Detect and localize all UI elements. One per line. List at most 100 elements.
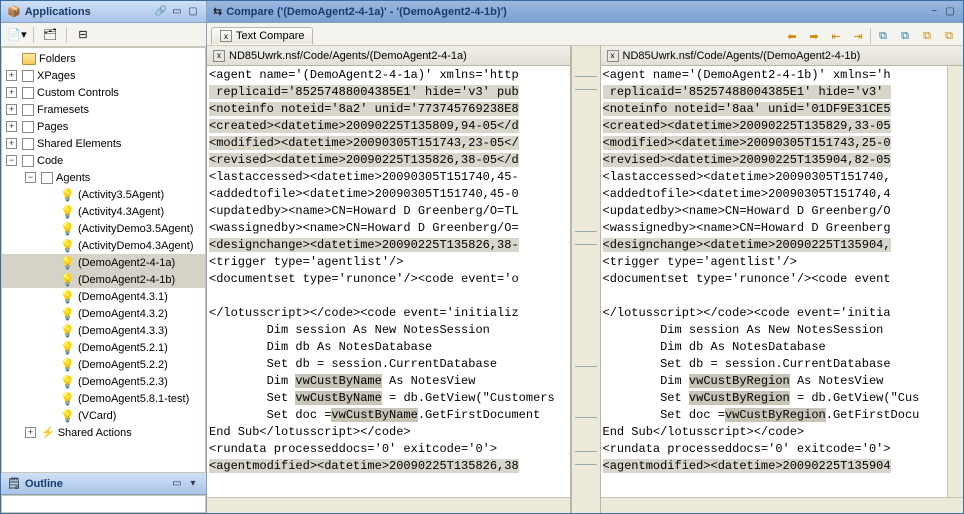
compare-left-code[interactable]: <agent name='(DemoAgent2-4-1a)' xmlns='h… xyxy=(207,66,570,497)
compare-right-code[interactable]: <agent name='(DemoAgent2-4-1b)' xmlns='h… xyxy=(601,66,948,497)
maximize-icon[interactable]: ▢ xyxy=(186,5,200,19)
filter-icon[interactable]: 🗂 xyxy=(40,26,60,44)
outline-title: Outline xyxy=(25,478,166,490)
code-line: Set vwCustByRegion = db.GetView("Cus xyxy=(603,390,946,407)
prev-change-icon[interactable]: ⧉ xyxy=(939,27,959,45)
compare-left-header: x ND85Uwrk.nsf/Code/Agents/(DemoAgent2-4… xyxy=(207,46,570,66)
code-line: <revised><datetime>20090225T135904,82-05 xyxy=(603,152,946,169)
tree-item-label: (ActivityDemo3.5Agent) xyxy=(78,223,194,235)
tree-item-label: (Activity3.5Agent) xyxy=(78,189,164,201)
tree-item-label: Code xyxy=(37,155,63,167)
code-line: <wassignedby><name>CN=Howard D Greenberg xyxy=(603,220,946,237)
tree-item[interactable]: 💡(DemoAgent2-4-1b) xyxy=(2,271,205,288)
scrollbar-horizontal[interactable] xyxy=(601,497,964,513)
new-dropdown-icon[interactable]: 📄▾ xyxy=(7,26,27,44)
agent-icon: 💡 xyxy=(60,324,75,338)
tree-item[interactable]: 💡(DemoAgent5.2.2) xyxy=(2,356,205,373)
tree-item[interactable]: +Pages xyxy=(2,118,205,135)
collapse-icon[interactable]: − xyxy=(6,155,17,166)
code-line xyxy=(209,288,568,305)
tree-item[interactable]: 💡(DemoAgent4.3.2) xyxy=(2,305,205,322)
expand-icon[interactable]: + xyxy=(6,70,17,81)
tree-item[interactable]: Folders xyxy=(2,50,205,67)
tree-item[interactable]: +⚡Shared Actions xyxy=(2,424,205,441)
separator xyxy=(870,28,871,44)
compare-max-icon[interactable]: ▢ xyxy=(943,5,957,19)
code-line: Set vwCustByName = db.GetView("Customers xyxy=(209,390,568,407)
applications-header: 📦 Applications 🔗 ▭ ▢ xyxy=(1,1,206,23)
tree-item[interactable]: 💡(DemoAgent4.3.3) xyxy=(2,322,205,339)
item-icon xyxy=(22,104,34,116)
copy-left-to-right-icon[interactable]: ⬅ xyxy=(782,27,802,45)
tree-item-label: (DemoAgent2-4-1b) xyxy=(78,274,175,286)
tree-item-label: (DemoAgent2-4-1a) xyxy=(78,257,175,269)
tree-item-label: (ActivityDemo4.3Agent) xyxy=(78,240,194,252)
code-line: Dim db As NotesDatabase xyxy=(209,339,568,356)
tab-text-compare[interactable]: x Text Compare xyxy=(211,27,313,45)
file-type-icon: x xyxy=(607,50,619,62)
compare-min-icon[interactable]: − xyxy=(927,5,941,19)
tree-item[interactable]: +Shared Elements xyxy=(2,135,205,152)
tree-item[interactable]: +XPages xyxy=(2,67,205,84)
separator xyxy=(33,27,34,43)
code-line xyxy=(603,288,946,305)
expand-icon[interactable]: + xyxy=(6,87,17,98)
tree-item[interactable]: +Framesets xyxy=(2,101,205,118)
prev-diff-icon[interactable]: ⧉ xyxy=(895,27,915,45)
expand-icon[interactable]: + xyxy=(6,138,17,149)
outline-body xyxy=(1,495,206,513)
agent-icon: 💡 xyxy=(60,392,75,406)
tree-item[interactable]: 💡(DemoAgent4.3.1) xyxy=(2,288,205,305)
code-line: replicaid='85257488004385E1' hide='v3' p… xyxy=(209,84,568,101)
agent-icon: 💡 xyxy=(60,273,75,287)
compare-toolbar: ⬅ ➡ ⇤ ⇥ ⧉ ⧉ ⧉ ⧉ xyxy=(782,27,959,45)
outline-menu-icon[interactable]: ▾ xyxy=(186,477,200,491)
tree-item[interactable]: −Agents xyxy=(2,169,205,186)
tree-item[interactable]: 💡(VCard) xyxy=(2,407,205,424)
code-line: <documentset type='runonce'/><code event… xyxy=(209,271,568,288)
collapse-icon[interactable]: − xyxy=(25,172,36,183)
tree-item[interactable]: 💡(DemoAgent5.2.1) xyxy=(2,339,205,356)
separator xyxy=(66,27,67,43)
expand-icon[interactable]: + xyxy=(6,104,17,115)
tree-item-label: (Activity4.3Agent) xyxy=(78,206,164,218)
scrollbar-horizontal[interactable] xyxy=(207,497,570,513)
tree-item[interactable]: 💡(Activity3.5Agent) xyxy=(2,186,205,203)
next-change-icon[interactable]: ⧉ xyxy=(917,27,937,45)
code-line: <created><datetime>20090225T135809,94-05… xyxy=(209,118,568,135)
code-line: Set doc =vwCustByName.GetFirstDocument xyxy=(209,407,568,424)
code-line: <updatedby><name>CN=Howard D Greenberg/O xyxy=(603,203,946,220)
code-line: <agentmodified><datetime>20090225T135826… xyxy=(209,458,568,475)
tree-item-label: (DemoAgent4.3.3) xyxy=(78,325,168,337)
compare-right-header: x ND85Uwrk.nsf/Code/Agents/(DemoAgent2-4… xyxy=(601,46,964,66)
outline-icon: 🗒 xyxy=(7,477,21,490)
copy-right-to-left-icon[interactable]: ➡ xyxy=(804,27,824,45)
agent-icon: 💡 xyxy=(60,341,75,355)
code-line: <addedtofile><datetime>20090305T151740,4… xyxy=(209,186,568,203)
applications-tree[interactable]: Folders+XPages+Custom Controls+Framesets… xyxy=(1,47,206,473)
tree-item[interactable]: 💡(DemoAgent2-4-1a) xyxy=(2,254,205,271)
next-diff-icon[interactable]: ⧉ xyxy=(873,27,893,45)
tree-item[interactable]: − Code xyxy=(2,152,205,169)
collapse-all-icon[interactable]: ⊟ xyxy=(73,26,93,44)
tree-item[interactable]: 💡(Activity4.3Agent) xyxy=(2,203,205,220)
tree-item[interactable]: +Custom Controls xyxy=(2,84,205,101)
expand-icon[interactable]: + xyxy=(6,121,17,132)
tree-item[interactable]: 💡(DemoAgent5.2.3) xyxy=(2,373,205,390)
code-line: </lotusscript></code><code event='initia xyxy=(603,305,946,322)
scrollbar-vertical[interactable] xyxy=(947,66,963,497)
tab-label: Text Compare xyxy=(236,30,304,42)
tree-item[interactable]: 💡(ActivityDemo3.5Agent) xyxy=(2,220,205,237)
outline-min-icon[interactable]: ▭ xyxy=(170,477,184,491)
agent-icon: 💡 xyxy=(60,239,75,253)
code-line: End Sub</lotusscript></code> xyxy=(603,424,946,441)
expand-icon[interactable]: + xyxy=(25,427,36,438)
copy-all-left-icon[interactable]: ⇤ xyxy=(826,27,846,45)
item-icon xyxy=(22,155,34,167)
copy-all-right-icon[interactable]: ⇥ xyxy=(848,27,868,45)
code-line: <lastaccessed><datetime>20090305T151740, xyxy=(603,169,946,186)
tree-item[interactable]: 💡(DemoAgent5.8.1-test) xyxy=(2,390,205,407)
tree-item[interactable]: 💡(ActivityDemo4.3Agent) xyxy=(2,237,205,254)
link-icon[interactable]: 🔗 xyxy=(154,5,168,19)
minimize-icon[interactable]: ▭ xyxy=(170,5,184,19)
